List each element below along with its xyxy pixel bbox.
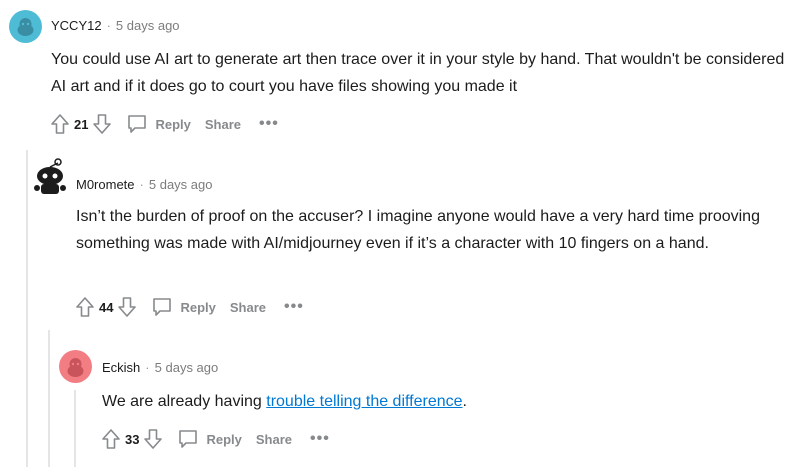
upvote-arrow-icon[interactable] — [75, 296, 95, 318]
thread-line[interactable] — [48, 330, 50, 467]
avatar[interactable] — [9, 10, 42, 43]
upvote-arrow-icon[interactable] — [101, 428, 121, 450]
snoo-avatar-icon — [67, 358, 84, 377]
more-options-button[interactable]: ••• — [310, 431, 330, 447]
reply-label: Reply — [180, 299, 216, 315]
separator: · — [139, 177, 144, 192]
share-label: Share — [255, 431, 293, 447]
separator: · — [145, 360, 150, 375]
avatar[interactable] — [33, 158, 67, 196]
author-name[interactable]: Eckish — [102, 360, 140, 375]
comment-actions: 44 Reply Share ••• — [75, 296, 304, 318]
share-label: Share — [229, 299, 267, 315]
comment-body: Isn’t the burden of proof on the accuser… — [76, 208, 760, 252]
speech-bubble-icon — [126, 113, 148, 135]
share-button[interactable]: Share — [230, 300, 266, 315]
upvote-arrow-icon[interactable] — [50, 113, 70, 135]
timestamp[interactable]: 5 days ago — [149, 177, 213, 192]
downvote-arrow-icon[interactable] — [143, 428, 163, 450]
comment-body: We are already having trouble telling th… — [102, 388, 782, 415]
author-name[interactable]: YCCY12 — [51, 18, 102, 33]
share-label: Share — [204, 116, 242, 132]
reply-label: Reply — [155, 116, 191, 132]
vote-count: 44 — [99, 299, 114, 315]
snoo-avatar-icon — [17, 18, 34, 36]
comment-text: We are already having — [102, 393, 267, 410]
reply-button[interactable]: Reply — [177, 428, 242, 450]
thread-line[interactable] — [74, 390, 76, 467]
vote-count: 33 — [125, 431, 140, 447]
avatar[interactable] — [59, 350, 92, 383]
comment-actions: 33 Reply Share ••• — [101, 428, 330, 450]
vote-count: 21 — [74, 116, 89, 132]
downvote-arrow-icon[interactable] — [92, 113, 112, 135]
share-button[interactable]: Share — [256, 432, 292, 447]
timestamp[interactable]: 5 days ago — [155, 360, 219, 375]
comment-header: M0romete · 5 days ago — [76, 177, 212, 192]
speech-bubble-icon — [177, 428, 199, 450]
thread-line[interactable] — [26, 150, 28, 467]
author-name[interactable]: M0romete — [76, 177, 135, 192]
separator: · — [106, 18, 111, 33]
timestamp[interactable]: 5 days ago — [116, 18, 180, 33]
more-options-button[interactable]: ••• — [259, 116, 279, 132]
comment-header: YCCY12 · 5 days ago — [51, 18, 180, 33]
share-button[interactable]: Share — [205, 117, 241, 132]
comment-body: You could use AI art to generate art the… — [51, 51, 785, 95]
inline-link[interactable]: trouble telling the difference — [266, 393, 462, 410]
comment-header: Eckish · 5 days ago — [102, 360, 218, 375]
speech-bubble-icon — [151, 296, 173, 318]
comment-text: . — [462, 393, 467, 410]
comment-actions: 21 Reply Share ••• — [50, 113, 279, 135]
reply-button[interactable]: Reply — [151, 296, 216, 318]
reply-button[interactable]: Reply — [126, 113, 191, 135]
reply-label: Reply — [206, 431, 242, 447]
snoo-avatar-icon — [34, 158, 66, 194]
more-options-button[interactable]: ••• — [284, 299, 304, 315]
downvote-arrow-icon[interactable] — [117, 296, 137, 318]
